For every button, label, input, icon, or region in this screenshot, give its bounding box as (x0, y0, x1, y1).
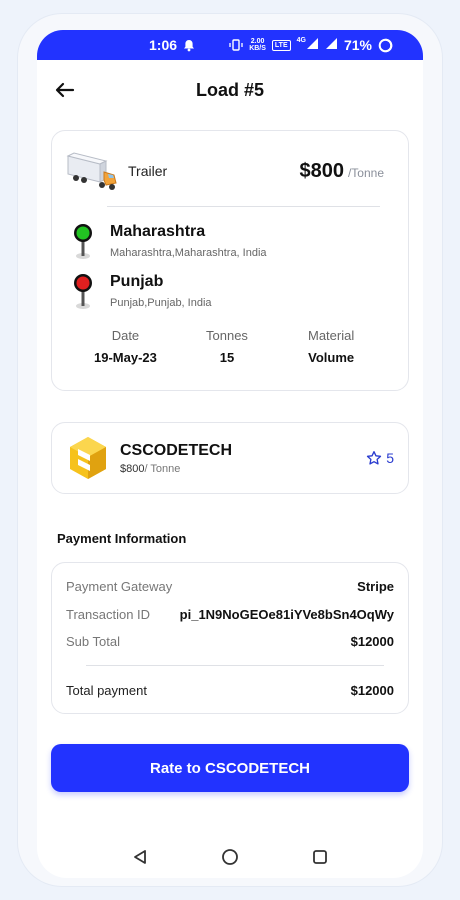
back-button[interactable] (51, 76, 79, 104)
company-text: CSCODETECH $800/ Tonne (120, 442, 232, 475)
origin-name: Maharashtra (110, 223, 206, 240)
status-time: 1:06 (149, 37, 178, 53)
payment-card: Payment Gateway Stripe Transaction ID pi… (51, 562, 409, 714)
system-nav-bar (37, 842, 423, 872)
destination-name: Punjab (110, 273, 164, 290)
price-wrap: $800 /Tonne (299, 160, 384, 183)
signal-icon-2 (325, 37, 338, 53)
star-outline-icon (367, 451, 382, 465)
network-type: 4G (296, 37, 306, 44)
pin-red-icon (74, 274, 92, 309)
payment-divider (86, 665, 384, 666)
load-price: $800 (299, 159, 344, 182)
nav-recents-button[interactable] (310, 847, 330, 867)
signal-icon (306, 37, 319, 53)
payment-gateway-value: Stripe (357, 579, 394, 594)
company-logo-icon (70, 437, 106, 479)
total-payment-value: $12000 (350, 683, 394, 698)
company-price: $800 (120, 462, 145, 475)
stat-date-value: 19-May-23 (94, 350, 157, 365)
total-payment-row: Total payment $12000 (66, 683, 394, 698)
sub-total-value: $12000 (350, 634, 394, 649)
pin-green-icon (74, 224, 92, 259)
stat-material-label: Material (308, 328, 355, 343)
status-left: 1:06 (149, 37, 195, 53)
stat-material: Material Volume (308, 328, 354, 365)
sub-total-row: Sub Total $12000 (66, 634, 394, 649)
stat-tonnes: Tonnes 15 (206, 328, 248, 365)
payment-section-title: Payment Information (57, 531, 187, 546)
arrow-left-icon (55, 82, 75, 98)
battery-icon (378, 38, 393, 53)
destination-text: Punjab Punjab,Punjab, India (110, 273, 212, 311)
signal-group: 4G (297, 37, 319, 53)
stat-date: Date 19-May-23 (94, 328, 157, 365)
company-card[interactable]: CSCODETECH $800/ Tonne 5 (51, 422, 409, 494)
payment-gateway-label: Payment Gateway (66, 579, 173, 594)
volte-badge: LTE (271, 39, 291, 51)
triangle-back-icon (134, 850, 146, 864)
rating[interactable]: 5 (366, 450, 394, 466)
payment-gateway-row: Payment Gateway Stripe (66, 579, 394, 594)
circle-home-icon (222, 849, 238, 865)
load-card: Trailer $800 /Tonne Maharashtra Maharash… (51, 130, 409, 391)
destination-location: Punjab Punjab,Punjab, India (70, 273, 394, 311)
stat-tonnes-label: Tonnes (206, 328, 248, 343)
rating-value: 5 (386, 450, 394, 466)
total-payment-label: Total payment (66, 683, 147, 698)
transaction-id-label: Transaction ID (66, 607, 151, 622)
header: Load #5 (37, 60, 423, 120)
divider (107, 206, 380, 207)
net-speed-unit: KB/S (249, 45, 266, 52)
sub-total-label: Sub Total (66, 634, 120, 649)
stat-tonnes-value: 15 (219, 350, 235, 365)
origin-text: Maharashtra Maharashtra,Maharashtra, Ind… (110, 223, 267, 261)
origin-location: Maharashtra Maharashtra,Maharashtra, Ind… (70, 223, 394, 261)
truck-type: Trailer (128, 163, 168, 179)
transaction-id-row: Transaction ID pi_1N9NoGEOe81iYVe8bSn4Oq… (66, 607, 394, 622)
stat-material-value: Volume (308, 350, 355, 365)
transaction-id-value: pi_1N9NoGEOe81iYVe8bSn4OqWy (179, 607, 394, 622)
net-speed: 2.00 KB/S (249, 38, 266, 52)
truck-icon (66, 152, 117, 190)
company-price-unit: / Tonne (144, 462, 181, 475)
nav-home-button[interactable] (220, 847, 240, 867)
net-speed-value: 2.00 (250, 38, 265, 45)
destination-address: Punjab,Punjab, India (110, 297, 212, 309)
status-right: 2.00 KB/S LTE 4G 71% (229, 37, 393, 53)
origin-address: Maharashtra,Maharashtra, India (110, 247, 267, 259)
status-bar: 1:06 2.00 KB/S LTE 4G 71% (37, 30, 423, 60)
page-title: Load #5 (195, 79, 265, 100)
app-screen: 1:06 2.00 KB/S LTE 4G 71% Load #5 Traile… (37, 30, 423, 878)
square-recents-icon (313, 850, 327, 864)
nav-back-button[interactable] (130, 847, 150, 867)
load-price-unit: /Tonne (347, 165, 384, 180)
bell-icon (183, 39, 195, 52)
company-price-line: $800/ Tonne (120, 463, 232, 475)
truck-row: Trailer $800 /Tonne (66, 149, 384, 193)
stat-date-label: Date (111, 328, 140, 343)
battery-percent: 71% (343, 37, 372, 53)
rate-company-button[interactable]: Rate to CSCODETECH (51, 744, 409, 792)
vibrate-icon (229, 39, 243, 51)
company-name: CSCODETECH (120, 441, 233, 459)
